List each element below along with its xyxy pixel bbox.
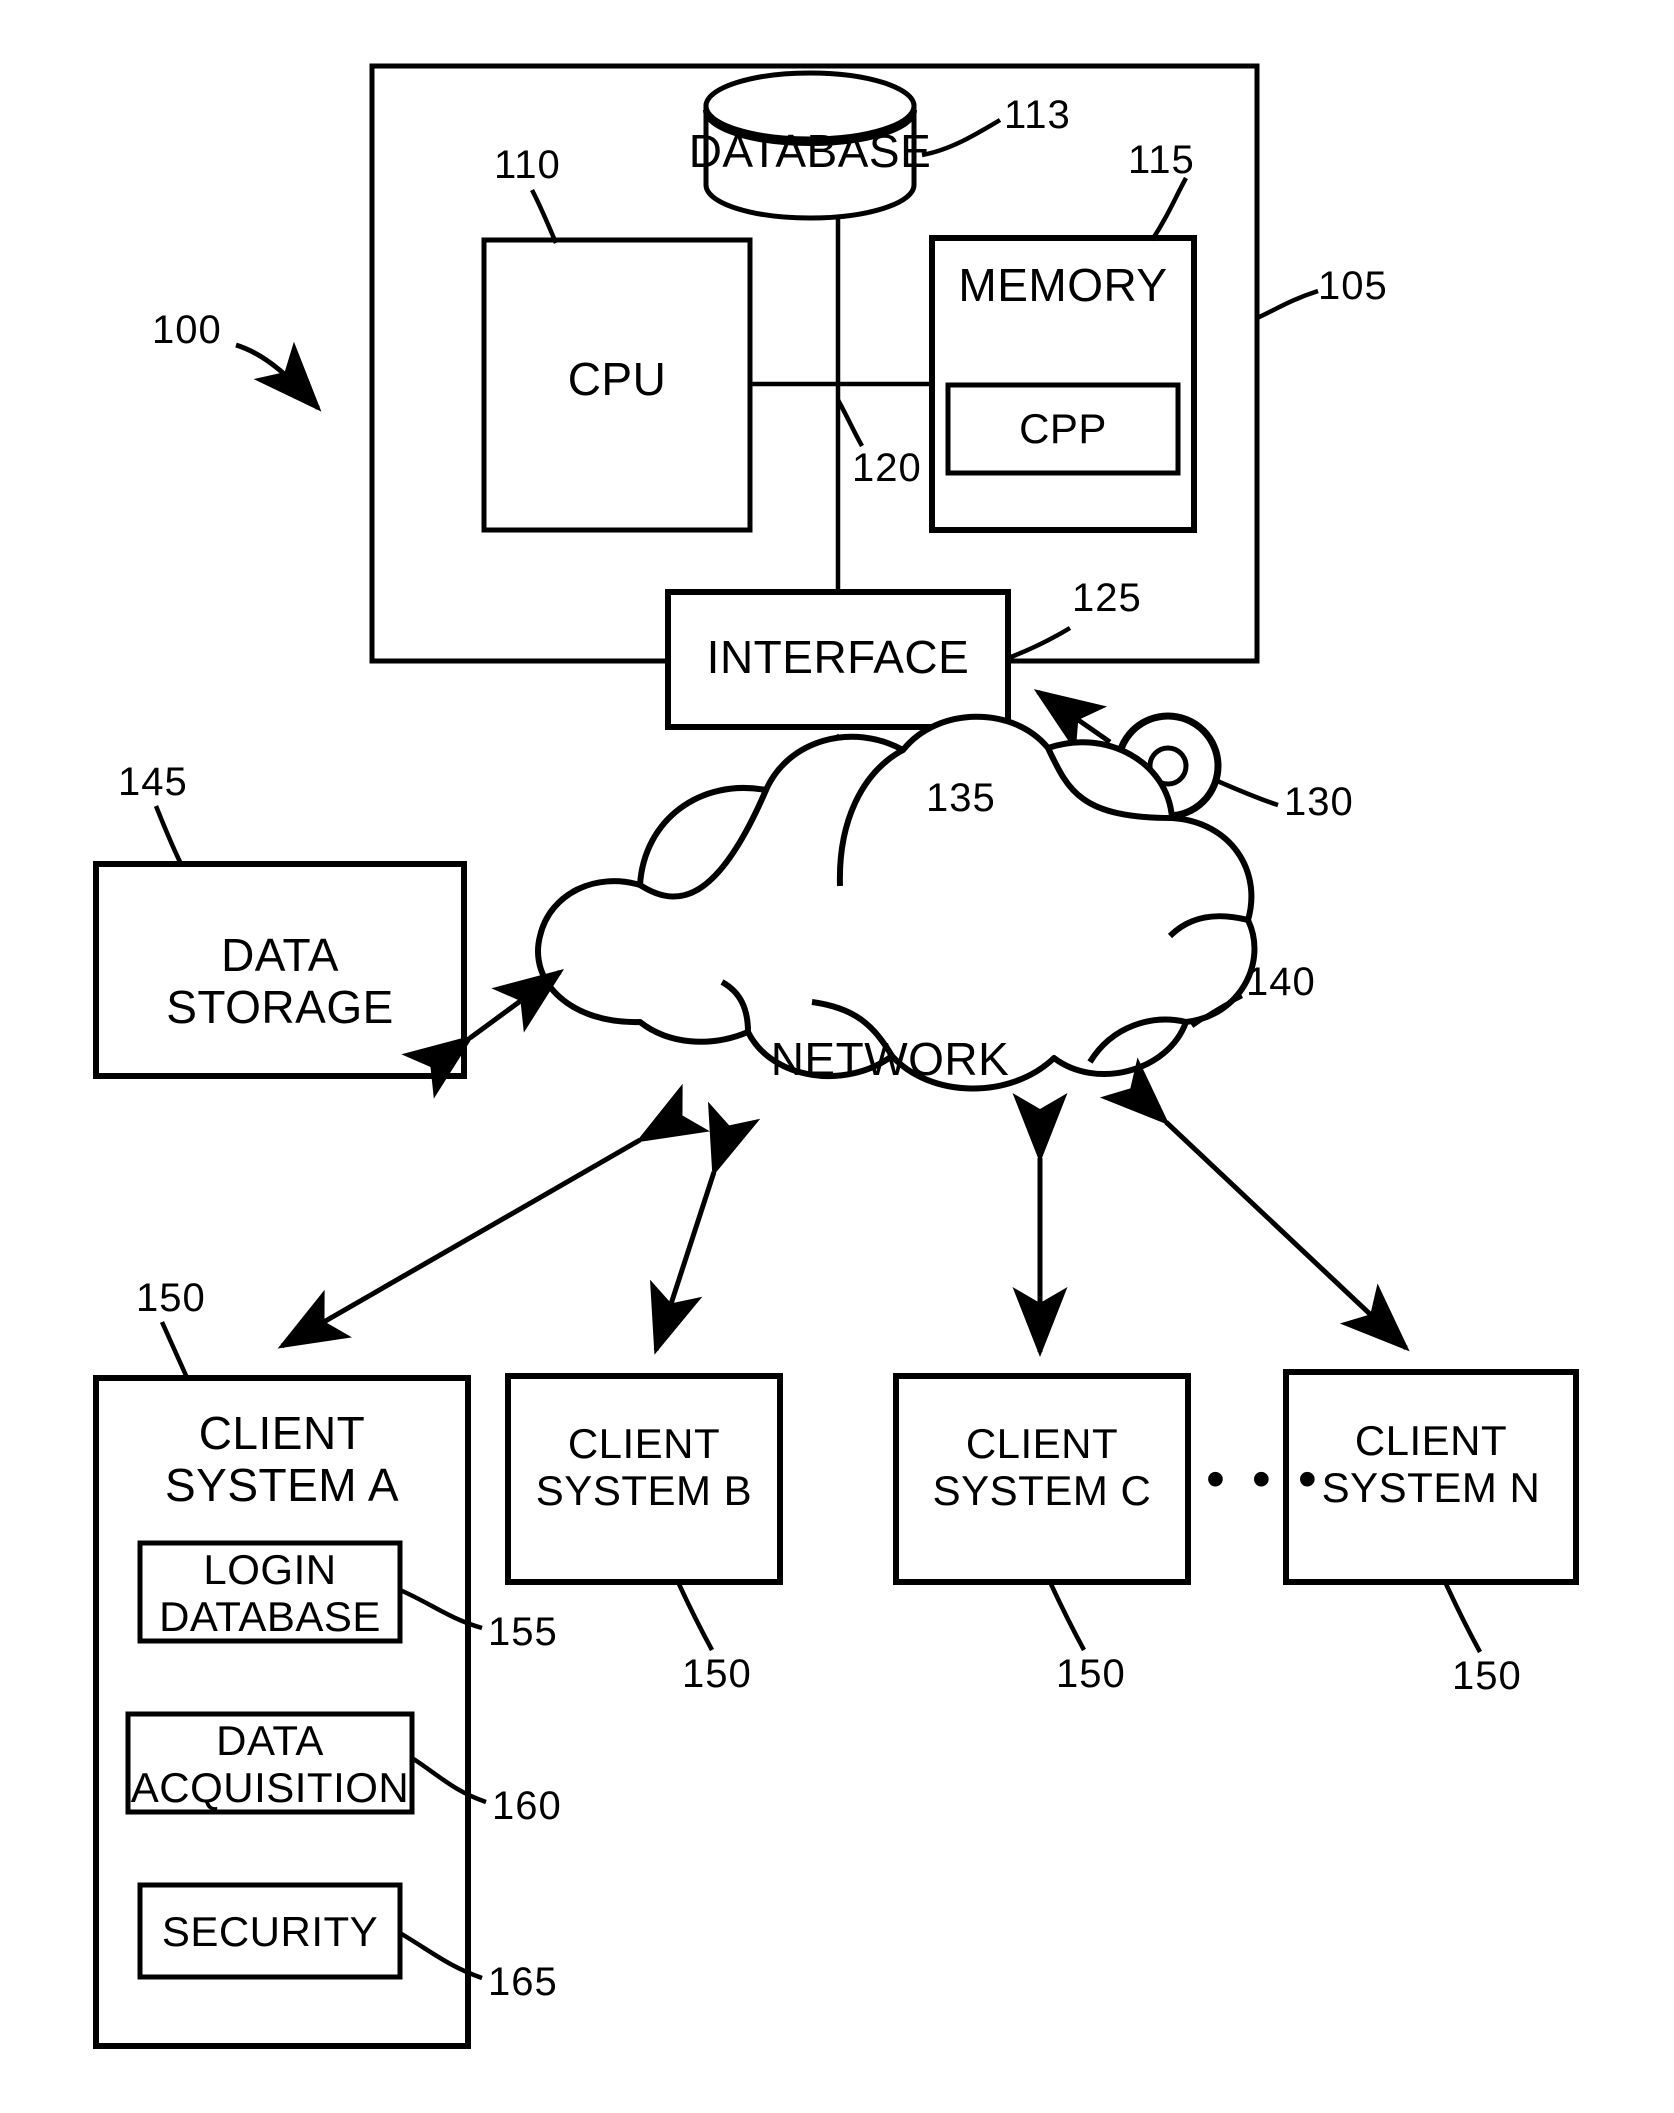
leader-150-b — [675, 1581, 714, 1652]
storage-network-arrow — [401, 969, 565, 1099]
leader-130 — [1214, 777, 1279, 808]
leader-120 — [836, 398, 864, 448]
ref-140: 140 — [1246, 960, 1316, 1004]
patent-figure: DATABASE CPU MEMORY CPP INTERFACE NETWOR… — [0, 0, 1674, 2113]
ref-120: 120 — [852, 446, 922, 490]
interface-box — [665, 589, 1011, 730]
leader-105 — [1256, 288, 1319, 321]
ref-110: 110 — [494, 143, 561, 187]
leader-145 — [153, 805, 185, 868]
ref-155: 155 — [488, 1610, 558, 1654]
network-cloud — [535, 713, 1258, 1092]
leader-125 — [1007, 626, 1072, 661]
media-to-interface-arrow — [1033, 689, 1112, 752]
network-to-client-n-arrow — [1099, 1057, 1410, 1352]
ref-100: 100 — [152, 308, 222, 352]
ref-150-a: 150 — [136, 1276, 206, 1320]
client-system-c-box — [893, 1373, 1191, 1585]
ref-160: 160 — [492, 1784, 562, 1828]
ref-150-n: 150 — [1452, 1654, 1522, 1698]
ellipsis-more-clients: • • • — [1206, 1449, 1323, 1509]
client-system-b-box — [505, 1373, 783, 1585]
cpp-box — [945, 382, 1181, 476]
ref-145: 145 — [118, 760, 188, 804]
database-cylinder — [703, 70, 917, 221]
client-system-n-box — [1283, 1369, 1579, 1585]
leader-113 — [921, 118, 1002, 158]
data-acquisition-box — [125, 1711, 415, 1815]
ref-150-b: 150 — [682, 1652, 752, 1696]
ref-130: 130 — [1284, 780, 1354, 824]
ref-113: 113 — [1004, 93, 1071, 137]
ref-115: 115 — [1128, 138, 1195, 182]
ref-150-c: 150 — [1056, 1652, 1126, 1696]
ref-105: 105 — [1318, 264, 1388, 308]
network-to-client-b-arrow — [649, 1101, 761, 1355]
system-callout-arrow — [235, 341, 322, 412]
data-storage-box — [93, 861, 467, 1079]
leader-110 — [530, 188, 559, 244]
ref-165: 165 — [488, 1960, 558, 2004]
ref-125: 125 — [1072, 576, 1142, 620]
ref-135: 135 — [926, 776, 996, 820]
network-to-client-a-arrow — [277, 1083, 711, 1349]
login-database-box — [137, 1540, 403, 1644]
cpu-box — [481, 237, 753, 533]
leader-115 — [1150, 176, 1188, 242]
leader-150-c — [1047, 1581, 1086, 1652]
leader-150-n — [1443, 1583, 1482, 1654]
leader-150-a — [159, 1321, 191, 1381]
diagram-canvas — [93, 63, 1579, 2049]
security-box — [137, 1882, 403, 1980]
